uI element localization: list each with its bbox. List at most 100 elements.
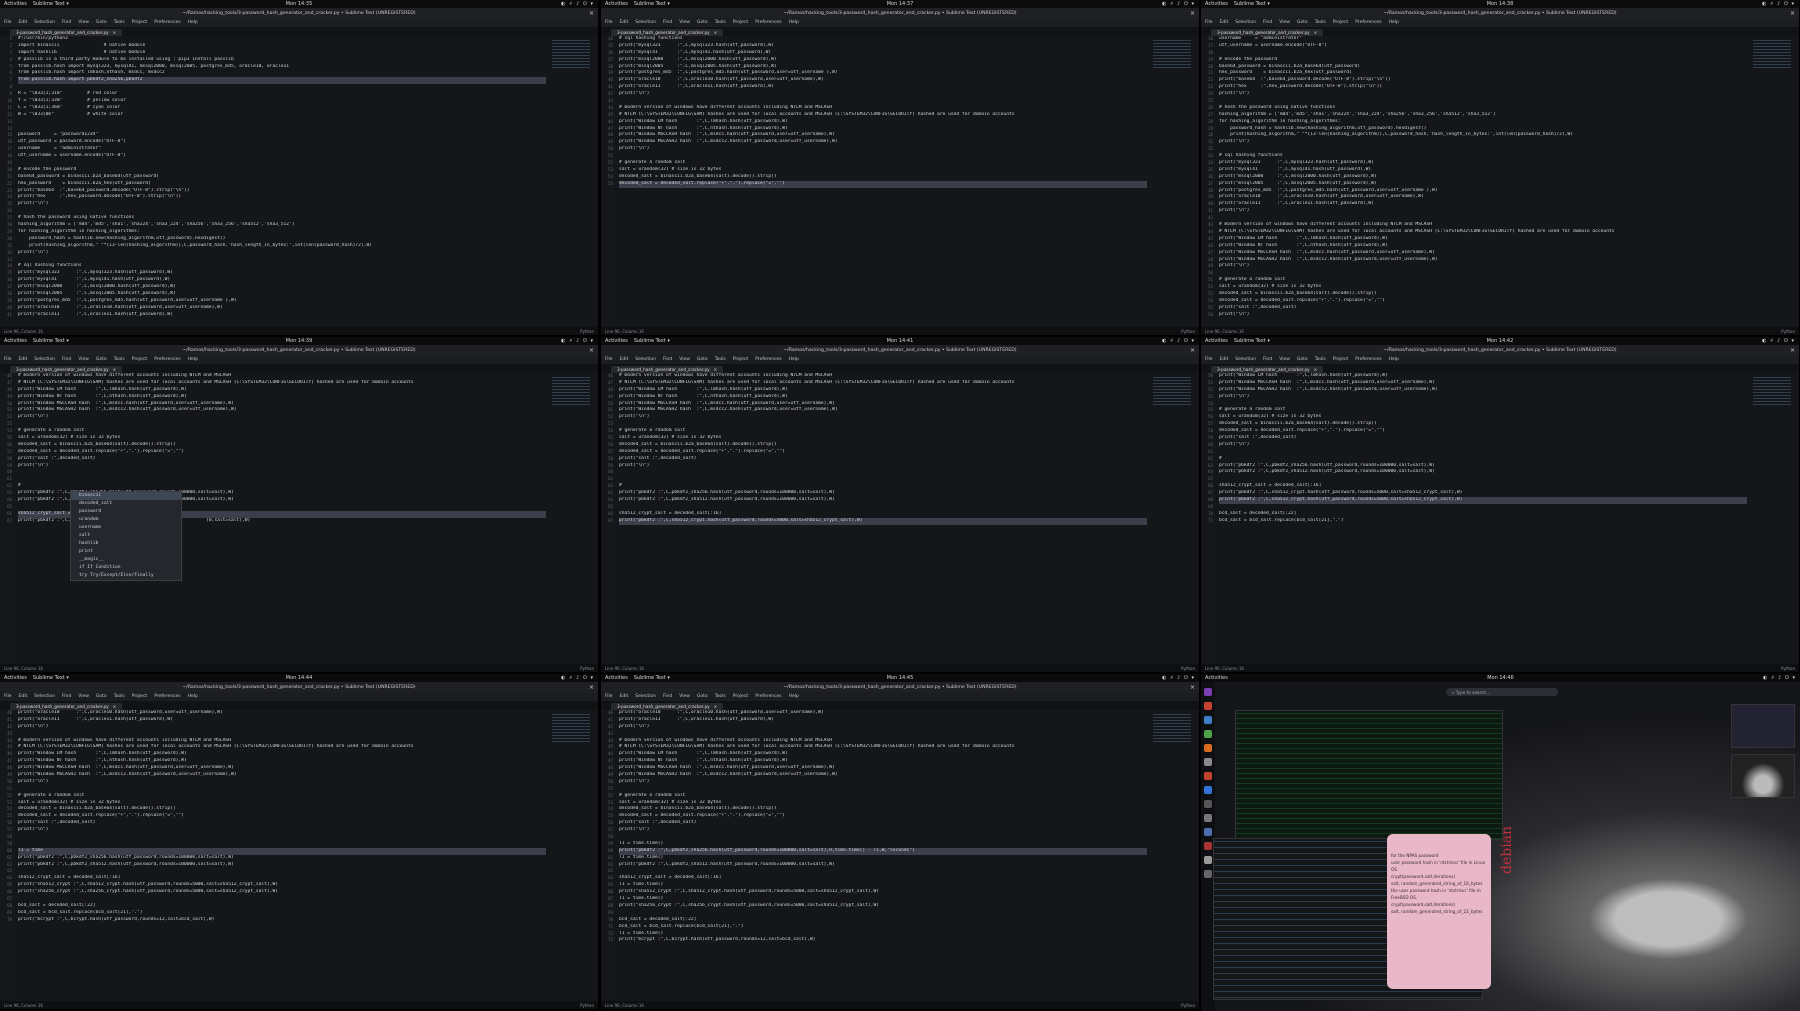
activities-button[interactable]: Activities bbox=[1205, 675, 1228, 681]
system-tray[interactable]: ◐ ⚡ ♪ ⏻ ▾ bbox=[1162, 338, 1195, 344]
code-editor[interactable]: 40 41 42 43 44 45 46 47 48 49 50 51 52 53 54 55 56 57 58 59… bbox=[601, 710, 1199, 1000]
syntax-selector[interactable]: Python bbox=[1781, 329, 1795, 334]
minimap[interactable] bbox=[1753, 40, 1791, 68]
menu-item-selection[interactable]: Selection bbox=[635, 20, 656, 25]
syntax-selector[interactable]: Python bbox=[1181, 329, 1195, 334]
window-titlebar[interactable]: ~/Ramos/hacking_tools/3-password_hash_ge… bbox=[601, 682, 1199, 692]
close-tab-icon[interactable]: × bbox=[714, 30, 718, 35]
menu-item-help[interactable]: Help bbox=[789, 357, 799, 362]
autocomplete-item[interactable]: hashlib bbox=[71, 540, 181, 548]
code-area[interactable]: username = "administrator" utf_username =… bbox=[1219, 36, 1747, 326]
menu-item-edit[interactable]: Edit bbox=[19, 20, 28, 25]
menu-item-file[interactable]: File bbox=[4, 20, 12, 25]
window-titlebar[interactable]: ~/Ramos/hacking_tools/3-password_hash_ge… bbox=[601, 345, 1199, 355]
tools-icon[interactable] bbox=[1204, 856, 1212, 864]
menu-item-file[interactable]: File bbox=[4, 357, 12, 362]
app-menu[interactable]: Sublime Text ▾ bbox=[33, 338, 69, 344]
menu-item-goto[interactable]: Goto bbox=[96, 20, 107, 25]
autocomplete-item[interactable]: if If Condition bbox=[71, 564, 181, 572]
autocomplete-item[interactable]: urandom bbox=[71, 516, 181, 524]
system-tray[interactable]: ◐ ⚡ ♪ ⏻ ▾ bbox=[1162, 1, 1195, 7]
menu-item-find[interactable]: Find bbox=[663, 694, 672, 699]
app-menu[interactable]: Sublime Text ▾ bbox=[1234, 338, 1270, 344]
syntax-selector[interactable]: Python bbox=[580, 1003, 594, 1008]
app-menu[interactable]: Sublime Text ▾ bbox=[634, 338, 670, 344]
autocomplete-popup[interactable]: binascii decoded_salt password urandom usern… bbox=[70, 491, 182, 581]
menu-item-edit[interactable]: Edit bbox=[19, 357, 28, 362]
sublime-icon[interactable] bbox=[1204, 772, 1212, 780]
menu-item-help[interactable]: Help bbox=[188, 357, 198, 362]
menu-item-project[interactable]: Project bbox=[733, 357, 748, 362]
app-menu[interactable]: Sublime Text ▾ bbox=[33, 1, 69, 7]
app-menu[interactable]: Sublime Text ▾ bbox=[1234, 1, 1270, 7]
app-icon[interactable] bbox=[1204, 800, 1212, 808]
activities-button[interactable]: Activities bbox=[4, 338, 27, 344]
menu-item-view[interactable]: View bbox=[679, 694, 690, 699]
menu-item-help[interactable]: Help bbox=[1389, 20, 1399, 25]
menu-item-goto[interactable]: Goto bbox=[96, 694, 107, 699]
close-icon[interactable]: × bbox=[1790, 347, 1795, 354]
code-editor[interactable]: 40 41 42 43 44 45 46 47 48 49 50 51 52 53 54 55 56 57 58 59… bbox=[0, 710, 598, 1000]
menu-item-goto[interactable]: Goto bbox=[1297, 20, 1308, 25]
app-menu[interactable]: Sublime Text ▾ bbox=[634, 675, 670, 681]
menu-item-selection[interactable]: Selection bbox=[635, 694, 656, 699]
window-titlebar[interactable]: ~/Ramos/hacking_tools/3-password_hash_ge… bbox=[1201, 8, 1799, 18]
file-tab[interactable]: 3-password_hash_generator_and_cracker.py… bbox=[611, 703, 724, 710]
menu-item-preferences[interactable]: Preferences bbox=[755, 357, 781, 362]
minimap[interactable] bbox=[552, 714, 590, 742]
window-titlebar[interactable]: ~/Ramos/hacking_tools/3-password_hash_ge… bbox=[0, 345, 598, 355]
menu-item-preferences[interactable]: Preferences bbox=[154, 357, 180, 362]
autocomplete-item[interactable]: print bbox=[71, 548, 181, 556]
file-tab[interactable]: 3-password_hash_generator_and_cracker.py… bbox=[611, 29, 724, 36]
minimap[interactable] bbox=[552, 377, 590, 405]
activities-button[interactable]: Activities bbox=[605, 1, 628, 7]
menu-item-edit[interactable]: Edit bbox=[1220, 20, 1229, 25]
close-tab-icon[interactable]: × bbox=[1314, 367, 1318, 372]
files-icon[interactable] bbox=[1204, 716, 1212, 724]
close-icon[interactable]: × bbox=[1790, 10, 1795, 17]
syntax-selector[interactable]: Python bbox=[1781, 666, 1795, 671]
autocomplete-item[interactable]: binascii bbox=[71, 492, 181, 500]
settings-icon[interactable] bbox=[1204, 758, 1212, 766]
minimap[interactable] bbox=[1153, 377, 1191, 405]
code-area[interactable]: # sql hashing functions print("mysql323 :… bbox=[619, 36, 1147, 326]
menu-item-view[interactable]: View bbox=[78, 357, 89, 362]
menu-item-selection[interactable]: Selection bbox=[1235, 20, 1256, 25]
menu-item-tools[interactable]: Tools bbox=[114, 20, 125, 25]
menu-item-edit[interactable]: Edit bbox=[620, 20, 629, 25]
firefox-icon[interactable] bbox=[1204, 688, 1212, 696]
chrome-icon[interactable] bbox=[1204, 730, 1212, 738]
menu-item-file[interactable]: File bbox=[1205, 357, 1213, 362]
menu-item-preferences[interactable]: Preferences bbox=[154, 20, 180, 25]
menu-item-file[interactable]: File bbox=[605, 694, 613, 699]
system-tray[interactable]: ◐ ⚡ ♪ ⏻ ▾ bbox=[1162, 675, 1195, 681]
close-tab-icon[interactable]: × bbox=[113, 367, 117, 372]
menu-item-view[interactable]: View bbox=[679, 20, 690, 25]
file-tab[interactable]: 3-password_hash_generator_and_cracker.py… bbox=[10, 366, 123, 373]
window-titlebar[interactable]: ~/Ramos/hacking_tools/3-password_hash_ge… bbox=[0, 8, 598, 18]
code-editor[interactable]: 50 51 52 53 54 55 56 57 58 59 60 61 62 63 64 65 66 67 68 69… bbox=[1201, 373, 1799, 663]
file-tab[interactable]: 3-password_hash_generator_and_cracker.py… bbox=[1211, 366, 1324, 373]
menu-item-project[interactable]: Project bbox=[132, 20, 147, 25]
menu-item-goto[interactable]: Goto bbox=[96, 357, 107, 362]
app-menu[interactable]: Sublime Text ▾ bbox=[634, 1, 670, 7]
menu-item-view[interactable]: View bbox=[1279, 357, 1290, 362]
menu-item-goto[interactable]: Goto bbox=[697, 357, 708, 362]
menu-item-project[interactable]: Project bbox=[733, 694, 748, 699]
activities-button[interactable]: Activities bbox=[4, 1, 27, 7]
menu-item-goto[interactable]: Goto bbox=[697, 694, 708, 699]
menu-item-tools[interactable]: Tools bbox=[114, 694, 125, 699]
activities-button[interactable]: Activities bbox=[1205, 1, 1228, 7]
menu-item-find[interactable]: Find bbox=[1263, 357, 1272, 362]
menu-item-view[interactable]: View bbox=[1279, 20, 1290, 25]
menu-item-find[interactable]: Find bbox=[62, 694, 71, 699]
menu-item-edit[interactable]: Edit bbox=[1220, 357, 1229, 362]
menu-item-edit[interactable]: Edit bbox=[19, 694, 28, 699]
autocomplete-item[interactable]: try Try/Except/Else/Finally bbox=[71, 572, 181, 580]
overview-search-input[interactable]: ⌕ Type to search… bbox=[1446, 688, 1558, 696]
menu-item-tools[interactable]: Tools bbox=[715, 20, 726, 25]
close-icon[interactable]: × bbox=[589, 684, 594, 691]
system-tray[interactable]: ◐ ⚡ ♪ ⏻ ▾ bbox=[561, 675, 594, 681]
activities-button[interactable]: Activities bbox=[605, 338, 628, 344]
menu-item-preferences[interactable]: Preferences bbox=[1355, 357, 1381, 362]
